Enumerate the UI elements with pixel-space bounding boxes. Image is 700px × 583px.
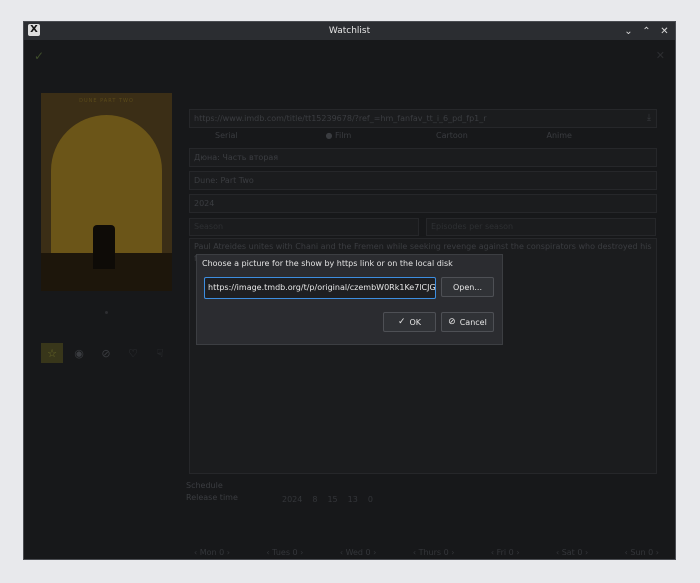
minimize-icon[interactable]: ⌄ xyxy=(624,26,633,37)
cancel-label: Cancel xyxy=(459,317,487,327)
day-tues[interactable]: ‹ Tues 0 › xyxy=(266,548,303,557)
season-field[interactable]: Season xyxy=(189,218,419,236)
ok-label: OK xyxy=(409,317,422,327)
poster-image[interactable]: DUNE PART TWO xyxy=(41,93,172,291)
open-button[interactable]: Open... xyxy=(441,277,494,297)
title-en-field[interactable]: Dune: Part Two xyxy=(189,171,657,190)
day-mon[interactable]: ‹ Mon 0 › xyxy=(194,548,230,557)
year-field[interactable]: 2024 xyxy=(189,194,657,213)
day-sun-label: Sun 0 xyxy=(630,548,654,557)
picture-dialog: Choose a picture for the show by https l… xyxy=(196,254,503,345)
weekday-row: ‹ Mon 0 › ‹ Tues 0 › ‹ Wed 0 › ‹ Thurs 0… xyxy=(194,548,659,557)
save-check-icon[interactable]: ✓ xyxy=(34,49,44,63)
imdb-url-field[interactable]: https://www.imdb.com/title/tt15239678/?r… xyxy=(189,109,657,128)
thumbs-down-icon[interactable]: ☟ xyxy=(149,343,171,363)
form-close-icon[interactable]: ✕ xyxy=(656,49,665,62)
day-sat[interactable]: ‹ Sat 0 › xyxy=(556,548,588,557)
download-icon[interactable]: ⤓ xyxy=(647,110,651,127)
poster-text: DUNE PART TWO xyxy=(79,98,134,104)
radio-selected-icon: ● xyxy=(325,131,336,140)
day-thurs-label: Thurs 0 xyxy=(418,548,449,557)
window-title: Watchlist xyxy=(328,26,371,36)
release-time-label: Release time xyxy=(186,493,238,502)
app-icon: X xyxy=(28,24,40,36)
radio-film[interactable]: ● Film xyxy=(326,131,437,145)
poster-page-dot xyxy=(105,311,108,314)
day-wed-label: Wed 0 xyxy=(345,548,371,557)
day-fri-label: Fri 0 xyxy=(496,548,514,557)
close-icon[interactable]: ✕ xyxy=(660,26,669,37)
cancel-button[interactable]: ⊘ Cancel xyxy=(441,312,494,332)
maximize-icon[interactable]: ⌃ xyxy=(642,26,651,37)
heart-icon[interactable]: ♡ xyxy=(122,343,144,363)
title-bar[interactable]: X Watchlist ⌄ ⌃ ✕ xyxy=(24,22,675,40)
star-icon[interactable]: ☆ xyxy=(41,343,63,363)
day-mon-label: Mon 0 xyxy=(199,548,225,557)
release-month[interactable]: 8 xyxy=(312,495,317,504)
day-fri[interactable]: ‹ Fri 0 › xyxy=(491,548,520,557)
imdb-url-value: https://www.imdb.com/title/tt15239678/?r… xyxy=(194,114,487,123)
release-year[interactable]: 2024 xyxy=(282,495,302,504)
day-wed[interactable]: ‹ Wed 0 › xyxy=(340,548,377,557)
status-icons-row: ☆ ◉ ⊘ ♡ ☟ xyxy=(41,343,171,363)
ok-button[interactable]: ✓ OK xyxy=(383,312,436,332)
cancel-icon: ⊘ xyxy=(448,317,456,327)
radio-serial[interactable]: Serial xyxy=(189,131,326,145)
dialog-label: Choose a picture for the show by https l… xyxy=(202,259,453,268)
release-time-spinners: 2024 8 15 13 0 xyxy=(282,495,373,504)
poster-figure xyxy=(93,225,115,269)
eye-icon[interactable]: ◉ xyxy=(68,343,90,363)
release-hour[interactable]: 13 xyxy=(348,495,358,504)
type-radio-group: Serial ● Film Cartoon Anime xyxy=(189,131,657,145)
check-icon: ✓ xyxy=(397,317,406,327)
radio-cartoon[interactable]: Cartoon xyxy=(436,131,547,145)
day-thurs[interactable]: ‹ Thurs 0 › xyxy=(413,548,455,557)
episodes-field[interactable]: Episodes per season xyxy=(426,218,656,236)
day-sun[interactable]: ‹ Sun 0 › xyxy=(625,548,659,557)
check-circle-icon[interactable]: ⊘ xyxy=(95,343,117,363)
release-minute[interactable]: 0 xyxy=(368,495,373,504)
release-day[interactable]: 15 xyxy=(327,495,337,504)
radio-anime[interactable]: Anime xyxy=(547,131,658,145)
picture-url-input[interactable]: https://image.tmdb.org/t/p/original/czem… xyxy=(204,277,436,299)
radio-film-label: Film xyxy=(335,131,352,140)
title-ru-field[interactable]: Дюна: Часть вторая xyxy=(189,148,657,167)
day-tues-label: Tues 0 xyxy=(272,548,298,557)
day-sat-label: Sat 0 xyxy=(561,548,583,557)
schedule-label: Schedule xyxy=(186,481,223,490)
